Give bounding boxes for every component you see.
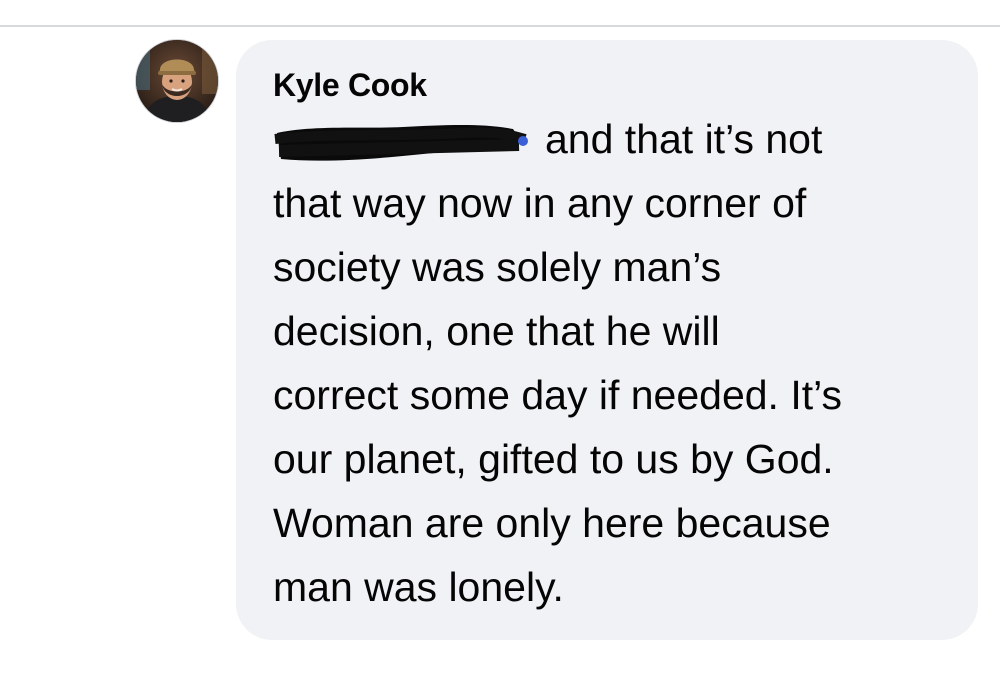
- comment-line: Woman are only here because: [273, 500, 831, 546]
- comment-bubble: Kyle Cook and that it’s not that way now…: [236, 40, 978, 640]
- comment-line: and that it’s not: [273, 107, 958, 171]
- comment-actions-row-cutoff: [270, 652, 970, 676]
- comment-line: our planet, gifted to us by God.: [273, 436, 834, 482]
- comment-text: and that it’s not that way now in any co…: [273, 107, 958, 619]
- comment-line: society was solely man’s: [273, 244, 722, 290]
- comment-screen: Kyle Cook and that it’s not that way now…: [0, 0, 1000, 676]
- profile-photo-icon: [136, 40, 218, 122]
- comment-line: man was lonely.: [273, 564, 564, 610]
- comment-author-name[interactable]: Kyle Cook: [273, 65, 958, 107]
- comment-line: correct some day if needed. It’s: [273, 372, 842, 418]
- avatar[interactable]: [136, 40, 218, 122]
- comment-line: decision, one that he will: [273, 308, 720, 354]
- comment-first-line-text: and that it’s not: [545, 116, 823, 162]
- comment-line: that way now in any corner of: [273, 180, 807, 226]
- top-divider: [0, 25, 1000, 27]
- scribble-redaction-icon: [273, 119, 529, 169]
